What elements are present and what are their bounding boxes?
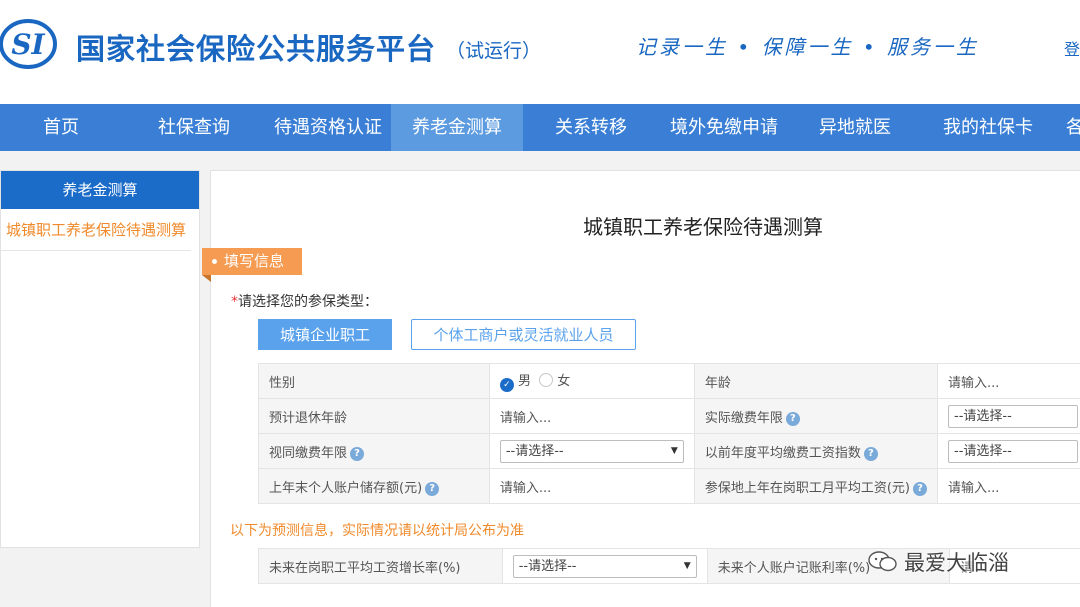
nav-item-more[interactable]: 各 <box>1066 104 1080 151</box>
site-header: SI 国家社会保险公共服务平台 （试运行） 记录一生 • 保障一生 • 服务一生… <box>0 0 1080 104</box>
select-value: --请选择-- <box>505 443 564 459</box>
nav-item-pension-calc[interactable]: 养老金测算 <box>391 104 523 151</box>
wage-growth-cell: --请选择-- ▼ <box>501 548 708 584</box>
nav-item-social-query[interactable]: 社保查询 <box>158 104 230 151</box>
site-subtitle: （试运行） <box>446 40 542 62</box>
sidebar-title: 养老金测算 <box>1 171 199 209</box>
account-balance-label: 上年末个人账户储存额(元)? <box>258 468 490 504</box>
form-title: 城镇职工养老保险待遇测算 <box>583 215 823 239</box>
wage-index-label: 以前年度平均缴费工资指数? <box>693 433 939 469</box>
age-label: 年龄 <box>693 363 939 399</box>
retire-age-input[interactable]: 请输入... <box>488 398 695 434</box>
deemed-years-cell: --请选择-- ▼ <box>488 433 695 469</box>
nav-item-my-card[interactable]: 我的社保卡 <box>943 104 1033 151</box>
wage-growth-label: 未来在岗职工平均工资增长率(%) <box>258 548 503 584</box>
type-flexible-employment-button[interactable]: 个体工商户或灵活就业人员 <box>411 319 636 350</box>
wage-growth-select[interactable]: --请选择-- ▼ <box>512 554 697 578</box>
account-balance-input[interactable]: 请输入... <box>488 468 695 504</box>
login-link[interactable]: 登 <box>1064 36 1080 60</box>
select-value: --请选择-- <box>518 558 577 574</box>
info-table: 性别 ✓ 男 女 年龄 请输入... 预计退休年龄 请输入... 实际缴费年限?… <box>258 363 1080 504</box>
gender-female-radio[interactable] <box>539 373 554 387</box>
wage-index-select[interactable]: --请选择-- <box>948 439 1078 463</box>
gender-female-label[interactable]: 女 <box>557 374 570 389</box>
table-row: 预计退休年龄 请输入... 实际缴费年限? --请选择-- <box>258 398 1080 434</box>
predict-note: 以下为预测信息，实际情况请以统计局公布为准 <box>230 523 524 539</box>
insurance-type-text: 请选择您的参保类型： <box>238 294 378 310</box>
insurance-type-label: *请选择您的参保类型： <box>231 291 378 311</box>
nav-item-transfer[interactable]: 关系转移 <box>555 104 627 151</box>
help-icon[interactable]: ? <box>350 446 365 461</box>
actual-years-select[interactable]: --请选择-- <box>948 404 1078 428</box>
sidebar-item-urban-pension[interactable]: 城镇职工养老保险待遇测算 <box>1 209 191 251</box>
deemed-years-label: 视同缴费年限? <box>258 433 490 469</box>
required-mark: * <box>231 294 238 310</box>
avg-wage-text: 参保地上年在岗职工月平均工资(元) <box>704 480 910 496</box>
gender-label: 性别 <box>258 363 490 399</box>
gender-radio-group: ✓ 男 女 <box>488 363 695 399</box>
watermark-text: 最爱大临淄 <box>904 551 1009 575</box>
wage-index-cell: --请选择-- <box>937 433 1080 469</box>
main-panel: 城镇职工养老保险待遇测算 填写信息 *请选择您的参保类型： 城镇企业职工 个体工… <box>202 170 1080 607</box>
age-input[interactable]: 请输入... <box>937 363 1080 399</box>
chevron-down-icon: ▼ <box>670 445 678 456</box>
help-icon[interactable]: ? <box>863 446 878 461</box>
site-title[interactable]: 国家社会保险公共服务平台 <box>76 26 436 68</box>
deemed-years-text: 视同缴费年限 <box>269 445 348 461</box>
nav-item-overseas-exemption[interactable]: 境外免缴申请 <box>670 104 778 151</box>
wage-index-text: 以前年度平均缴费工资指数 <box>704 445 861 461</box>
avg-wage-label: 参保地上年在岗职工月平均工资(元)? <box>693 468 939 504</box>
gender-male-radio[interactable]: ✓ <box>499 378 514 392</box>
avg-wage-input[interactable]: 请输入... <box>937 468 1080 504</box>
wechat-icon <box>868 551 897 572</box>
account-balance-text: 上年末个人账户储存额(元) <box>269 480 423 496</box>
retire-age-label: 预计退休年龄 <box>258 398 490 434</box>
gender-male-label[interactable]: 男 <box>518 374 531 389</box>
actual-years-text: 实际缴费年限 <box>704 410 783 426</box>
select-value: --请选择-- <box>954 443 1012 459</box>
main-nav: 首页 社保查询 待遇资格认证 养老金测算 关系转移 境外免缴申请 异地就医 我的… <box>0 104 1080 151</box>
help-icon[interactable]: ? <box>425 481 440 496</box>
actual-years-cell: --请选择-- <box>937 398 1080 434</box>
help-icon[interactable]: ? <box>913 481 927 496</box>
type-urban-employee-button[interactable]: 城镇企业职工 <box>258 319 392 350</box>
watermark: 最爱大临淄 <box>868 547 1009 577</box>
site-slogan: 记录一生 • 保障一生 • 服务一生 <box>636 35 980 59</box>
section-tag: 填写信息 <box>202 248 302 282</box>
table-row: 上年末个人账户储存额(元)? 请输入... 参保地上年在岗职工月平均工资(元)?… <box>258 468 1080 504</box>
nav-item-qualification[interactable]: 待遇资格认证 <box>274 104 382 151</box>
sidebar: 养老金测算 城镇职工养老保险待遇测算 <box>0 170 200 548</box>
help-icon[interactable]: ? <box>785 411 800 426</box>
table-row: 性别 ✓ 男 女 年龄 请输入... <box>258 363 1080 399</box>
svg-text:SI: SI <box>11 28 45 61</box>
table-row: 视同缴费年限? --请选择-- ▼ 以前年度平均缴费工资指数? --请选择-- <box>258 433 1080 469</box>
nav-item-remote-medical[interactable]: 异地就医 <box>819 104 891 151</box>
deemed-years-select[interactable]: --请选择-- ▼ <box>499 439 684 463</box>
actual-years-label: 实际缴费年限? <box>693 398 939 434</box>
si-logo-icon[interactable]: SI <box>0 18 60 70</box>
nav-item-home[interactable]: 首页 <box>43 104 79 151</box>
select-value: --请选择-- <box>954 408 1012 424</box>
chevron-down-icon: ▼ <box>683 560 691 571</box>
